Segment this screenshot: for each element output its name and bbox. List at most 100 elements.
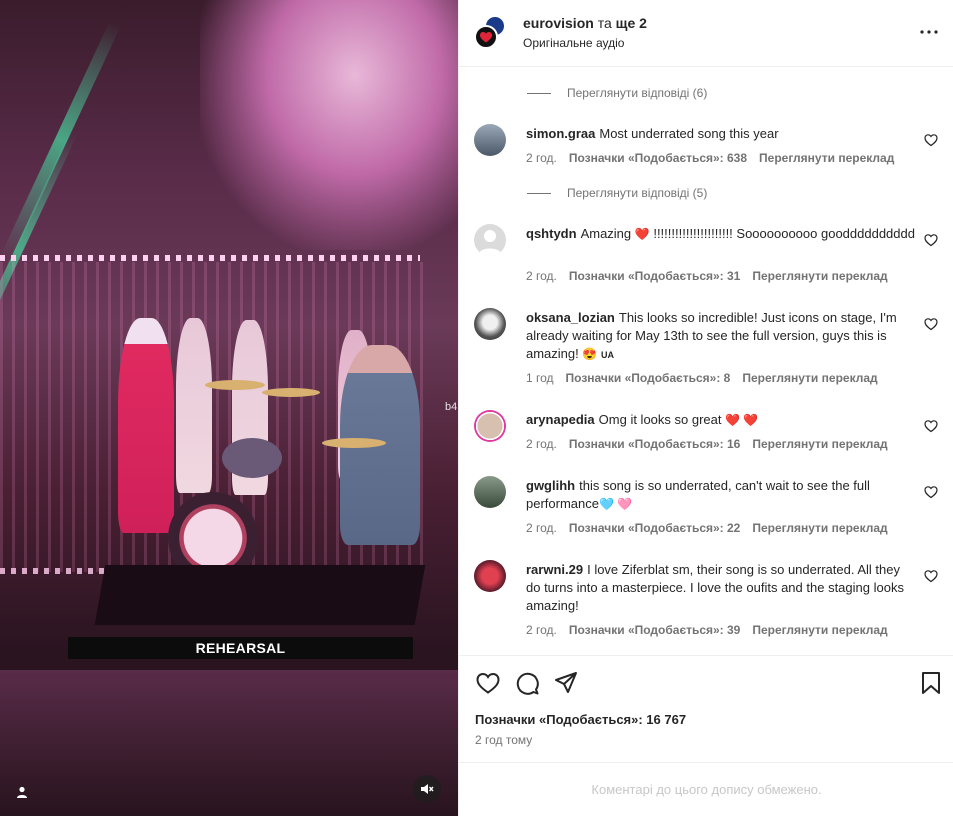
- comment-likes[interactable]: Позначки «Подобається»: 31: [569, 269, 740, 283]
- translate-button[interactable]: Переглянути переклад: [752, 269, 887, 283]
- heart-icon[interactable]: [924, 485, 938, 499]
- comment-text: qshtydn Amazing ❤️ !!!!!!!!!!!!!!!!!!!!!!…: [526, 225, 918, 243]
- cymbal: [205, 380, 265, 390]
- heart-icon[interactable]: [924, 133, 938, 147]
- speaker-muted-icon[interactable]: [413, 775, 441, 803]
- divider: [527, 92, 551, 94]
- comment-time: 1 год: [526, 371, 554, 385]
- comment-body: this song is so underrated, can't wait t…: [526, 478, 870, 511]
- hearts-emoji: 🩵 🩷: [598, 497, 633, 511]
- post-author-line: eurovision та ще 2: [523, 15, 647, 31]
- heart-emoji: ❤️: [634, 227, 650, 241]
- comment-body: Omg it looks so great: [598, 412, 722, 427]
- view-replies-label: Переглянути відповіді (6): [567, 86, 708, 100]
- heart-icon[interactable]: [475, 670, 501, 696]
- divider: [527, 192, 551, 194]
- comment-username[interactable]: oksana_lozian: [526, 310, 615, 325]
- drum-riser: [94, 565, 426, 625]
- comment-time: 2 год.: [526, 521, 557, 535]
- comment-text: rarwni.29 I love Ziferblat sm, their song…: [526, 561, 918, 615]
- comments-list[interactable]: Переглянути відповіді (6) simon.graa Most…: [459, 67, 953, 655]
- post-likes-count[interactable]: Позначки «Подобається»: 16 767: [475, 712, 686, 727]
- comment-text: simon.graa Most underrated song this year: [526, 125, 918, 143]
- post-video[interactable]: REHEARSAL b4: [0, 0, 458, 816]
- comments-limited-notice: Коментарі до цього допису обмежено.: [591, 782, 822, 797]
- heart-eyes-emoji: 😍: [582, 347, 598, 361]
- view-replies-button[interactable]: Переглянути відповіді (5): [527, 186, 707, 200]
- author-connector: та: [597, 15, 612, 31]
- instagram-post-view: REHEARSAL b4 eurovision та ще 2 Оригінал…: [0, 0, 953, 816]
- tom-drum: [222, 438, 282, 478]
- comment-username[interactable]: gwglihh: [526, 478, 575, 493]
- collab-avatars[interactable]: [474, 15, 508, 49]
- comment-meta: 2 год. Позначки «Подобається»: 16 Перегл…: [526, 437, 888, 451]
- heart-icon[interactable]: [924, 419, 938, 433]
- cymbal: [262, 388, 320, 397]
- backing-dancer-figure: [176, 318, 212, 493]
- comment-time: 2 год.: [526, 623, 557, 637]
- comment-text: gwglihh this song is so underrated, can't…: [526, 477, 918, 513]
- comment-username[interactable]: qshtydn: [526, 226, 577, 241]
- collaborators-link[interactable]: ще 2: [616, 15, 647, 31]
- translate-button[interactable]: Переглянути переклад: [752, 521, 887, 535]
- heart-emoji: ❤️ ❤️: [725, 413, 759, 427]
- comment-likes[interactable]: Позначки «Подобається»: 16: [569, 437, 740, 451]
- comment-text: arynapedia Omg it looks so great ❤️ ❤️: [526, 411, 918, 429]
- comment-meta: 2 год. Позначки «Подобається»: 31 Перегл…: [526, 269, 888, 283]
- comment-meta: 2 год. Позначки «Подобається»: 39 Перегл…: [526, 623, 888, 637]
- comment-body: Most underrated song this year: [599, 126, 779, 141]
- comment-likes[interactable]: Позначки «Подобається»: 8: [566, 371, 731, 385]
- avatar[interactable]: [474, 308, 506, 340]
- avatar[interactable]: [474, 476, 506, 508]
- heart-icon[interactable]: [924, 569, 938, 583]
- rehearsal-caption: REHEARSAL: [68, 637, 413, 659]
- watermark-text: b4: [445, 401, 458, 413]
- translate-button[interactable]: Переглянути переклад: [752, 623, 887, 637]
- comment-icon[interactable]: [514, 670, 540, 696]
- stage-light-row: [0, 255, 420, 261]
- comment-text: oksana_lozian This looks so incredible! J…: [526, 309, 918, 364]
- singer-figure: [118, 318, 174, 533]
- more-horizontal-icon[interactable]: [917, 22, 941, 42]
- comment-likes[interactable]: Позначки «Подобається»: 638: [569, 151, 747, 165]
- stage-light-glow: [200, 0, 458, 250]
- post-header: eurovision та ще 2 Оригінальне аудіо: [459, 0, 953, 67]
- comment-time: 2 год.: [526, 437, 557, 451]
- comment-time: 2 год.: [526, 269, 557, 283]
- translate-button[interactable]: Переглянути переклад: [752, 437, 887, 451]
- heart-icon[interactable]: [924, 233, 938, 247]
- cymbal: [322, 438, 386, 448]
- comment-username[interactable]: arynapedia: [526, 412, 595, 427]
- avatar[interactable]: [474, 410, 506, 442]
- floor-reflection: [0, 670, 458, 816]
- user-icon[interactable]: [10, 780, 34, 804]
- green-light-beam: [0, 19, 122, 261]
- comment-body: !!!!!!!!!!!!!!!!!!!!!! Soooooooooo goodd…: [649, 226, 915, 241]
- translate-button[interactable]: Переглянути переклад: [742, 371, 877, 385]
- eurovision-avatar: [474, 25, 498, 49]
- share-icon[interactable]: [553, 670, 579, 696]
- avatar[interactable]: [474, 124, 506, 156]
- view-replies-label: Переглянути відповіді (5): [567, 186, 708, 200]
- avatar[interactable]: [474, 224, 506, 256]
- bookmark-icon[interactable]: [918, 670, 944, 696]
- author-username[interactable]: eurovision: [523, 15, 594, 31]
- comment-likes[interactable]: Позначки «Подобається»: 39: [569, 623, 740, 637]
- comment-username[interactable]: simon.graa: [526, 126, 595, 141]
- comment-likes[interactable]: Позначки «Подобається»: 22: [569, 521, 740, 535]
- post-details-panel: eurovision та ще 2 Оригінальне аудіо Пер…: [458, 0, 953, 816]
- view-replies-button[interactable]: Переглянути відповіді (6): [527, 86, 707, 100]
- comment-body: Amazing: [580, 226, 635, 241]
- comment-meta: 2 год. Позначки «Подобається»: 22 Перегл…: [526, 521, 888, 535]
- comment-time: 2 год.: [526, 151, 557, 165]
- flag-ua: UA: [600, 350, 614, 360]
- avatar[interactable]: [474, 560, 506, 592]
- heart-icon[interactable]: [924, 317, 938, 331]
- original-audio-link[interactable]: Оригінальне аудіо: [523, 36, 624, 50]
- comment-username[interactable]: rarwni.29: [526, 562, 583, 577]
- post-timestamp[interactable]: 2 год тому: [475, 733, 532, 747]
- comment-meta: 1 год Позначки «Подобається»: 8 Переглян…: [526, 371, 878, 385]
- translate-button[interactable]: Переглянути переклад: [759, 151, 894, 165]
- post-actions: Позначки «Подобається»: 16 767 2 год том…: [459, 655, 953, 763]
- comment-meta: 2 год. Позначки «Подобається»: 638 Перег…: [526, 151, 894, 165]
